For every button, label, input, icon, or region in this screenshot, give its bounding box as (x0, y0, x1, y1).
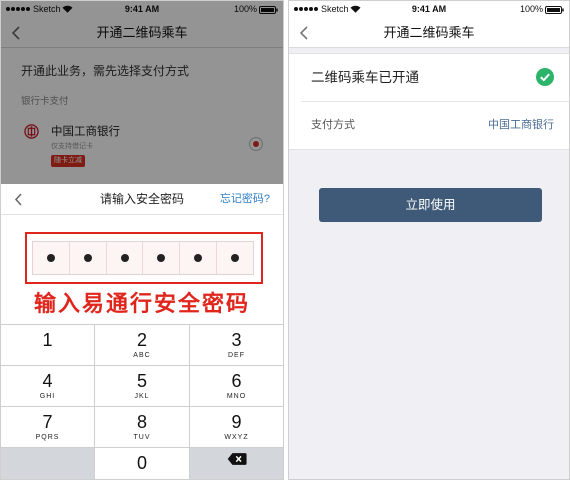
password-cell (180, 242, 218, 274)
key-letters: MNO (226, 393, 247, 400)
key-digit: 2 (136, 330, 147, 350)
left-phone-screen: Sketch 9:41 AM 100% 开通二维码乘车 开通此业务，需先选择支付… (0, 0, 284, 480)
key-5[interactable]: 5 JKL (95, 366, 190, 407)
sheet-title: 请输入安全密码 (99, 192, 184, 206)
password-dot (231, 254, 240, 262)
key-digit: 6 (231, 371, 242, 391)
key-digit: 5 (136, 371, 147, 391)
password-input[interactable] (32, 241, 254, 275)
battery-percent: 100% (519, 4, 543, 14)
password-cell (143, 242, 181, 274)
key-letters: DEF (228, 352, 245, 359)
key-7[interactable]: 7 PQRS (1, 407, 95, 448)
battery-icon (545, 6, 564, 14)
forgot-password-link[interactable]: 忘记密码? (220, 184, 270, 215)
key-digit: 1 (42, 330, 53, 350)
key-9[interactable]: 9 WXYZ (190, 407, 283, 448)
numeric-keypad: 1 2 ABC 3 DEF 4 GHI 5 JKL 6 MNO 7 PQRS 8 TUV 9 W… (1, 324, 283, 479)
payment-method-value: 中国工商银行 (488, 119, 554, 131)
success-message: 二维码乘车已开通 (311, 70, 419, 85)
key-0[interactable]: 0 (95, 448, 190, 479)
key-digit: 3 (231, 330, 242, 350)
nav-bar: 开通二维码乘车 (289, 18, 569, 48)
key-letters: GHI (39, 393, 56, 400)
key-6[interactable]: 6 MNO (190, 366, 283, 407)
password-dot (46, 254, 55, 262)
key-backspace[interactable] (190, 448, 283, 479)
backspace-icon (227, 453, 247, 465)
key-letters: JKL (134, 393, 150, 400)
key-digit: 7 (42, 412, 53, 432)
password-dot (194, 254, 203, 262)
key-letters: TUV (133, 434, 151, 441)
key-digit: 9 (231, 412, 242, 432)
key-letters: ABC (133, 352, 151, 359)
password-cell (107, 242, 144, 274)
payment-method-label: 支付方式 (311, 119, 355, 131)
password-cell (70, 242, 107, 274)
key-blank (1, 448, 95, 479)
status-bar: Sketch 9:41 AM 100% (289, 1, 569, 18)
key-2[interactable]: 2 ABC (95, 325, 190, 366)
chevron-left-icon[interactable] (298, 25, 310, 41)
password-dot (157, 254, 166, 262)
success-row: 二维码乘车已开通 (289, 54, 569, 101)
page-title: 开通二维码乘车 (383, 25, 475, 40)
key-digit: 8 (136, 412, 147, 432)
status-card: 二维码乘车已开通 支付方式 中国工商银行 (289, 53, 569, 150)
payment-method-row[interactable]: 支付方式 中国工商银行 (289, 102, 569, 149)
key-digit: 0 (136, 453, 147, 473)
key-digit (1, 448, 94, 453)
key-1[interactable]: 1 (1, 325, 95, 366)
use-now-button[interactable]: 立即使用 (319, 188, 542, 222)
password-dot (83, 254, 92, 262)
modal-overlay[interactable] (1, 1, 283, 184)
key-letters: WXYZ (224, 434, 249, 441)
key-3[interactable]: 3 DEF (190, 325, 283, 366)
check-circle-icon (536, 68, 554, 86)
annotation-caption: 输入易通行安全密码 (33, 291, 250, 316)
key-digit: 4 (42, 371, 53, 391)
password-dot (120, 254, 129, 262)
chevron-left-icon[interactable] (13, 192, 24, 207)
password-cell (33, 242, 70, 274)
password-sheet: 请输入安全密码 忘记密码? 输入易通行安全密码 1 2 ABC 3 DEF 4 GHI… (1, 184, 283, 479)
key-4[interactable]: 4 GHI (1, 366, 95, 407)
sheet-header: 请输入安全密码 忘记密码? (1, 184, 283, 215)
password-cell (217, 242, 253, 274)
key-8[interactable]: 8 TUV (95, 407, 190, 448)
right-phone-screen: Sketch 9:41 AM 100% 开通二维码乘车 二维码乘车已开通 支付方… (288, 0, 570, 480)
key-letters: PQRS (35, 434, 60, 441)
